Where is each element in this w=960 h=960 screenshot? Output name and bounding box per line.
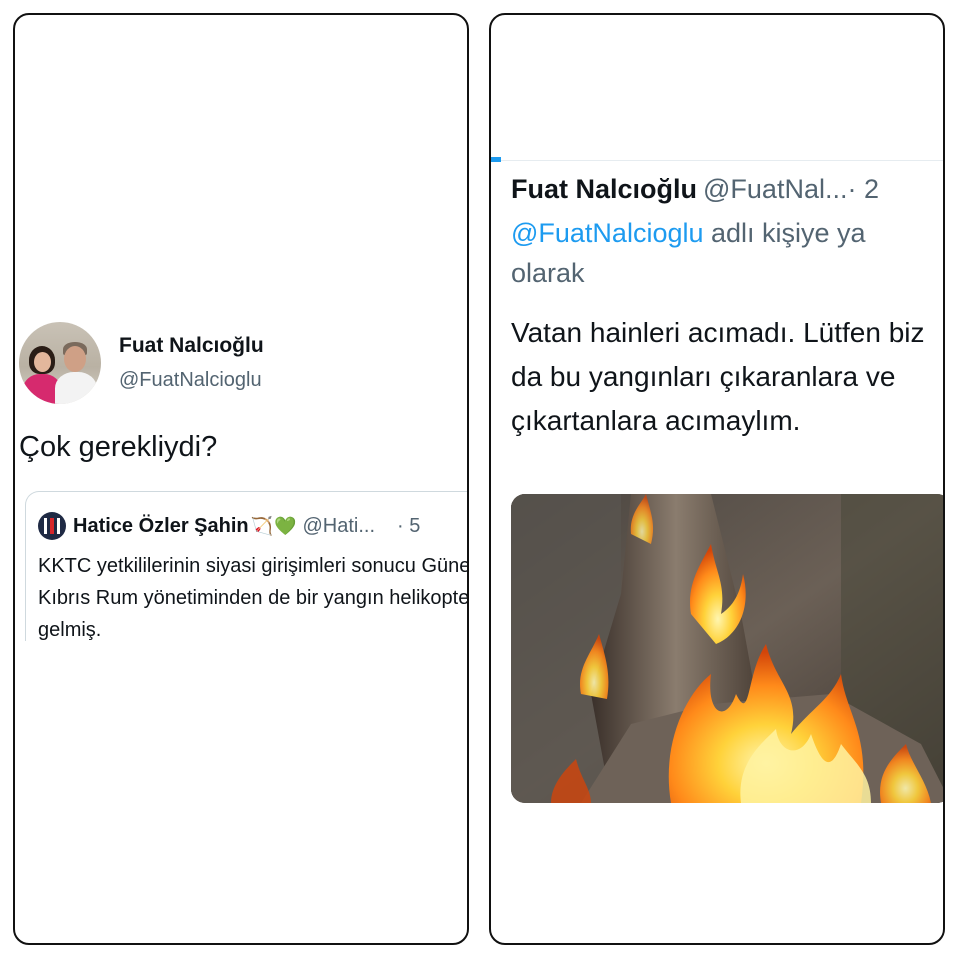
replying-to-mention[interactable]: @FuatNalcioglu xyxy=(511,218,704,248)
reply-author-handle[interactable]: @FuatNal... xyxy=(703,174,847,204)
replying-to-text: adlı kişiye ya xyxy=(703,218,866,248)
burning-tree-photo[interactable] xyxy=(511,494,943,803)
quoted-tweet-card[interactable]: Hatice Özler Şahin 🏹 💚 @Hati... · 5 KKTC… xyxy=(25,491,467,641)
divider xyxy=(501,160,943,161)
author-names: Fuat Nalcıoğlu @FuatNalcioglu xyxy=(119,332,264,394)
reply-author-name[interactable]: Fuat Nalcıoğlu xyxy=(511,174,697,204)
quoted-author-handle[interactable]: @Hati... xyxy=(302,515,375,538)
quoted-tweet-text: KKTC yetkililerinin siyasi girişimleri s… xyxy=(38,555,469,641)
author-display-name[interactable]: Fuat Nalcıoğlu xyxy=(119,332,264,360)
replying-to-text-line2: olarak xyxy=(511,258,585,288)
right-screenshot-panel: Fuat Nalcıoğlu @FuatNal...· 2 @FuatNalcio… xyxy=(489,13,945,945)
green-heart-emoji-icon: 💚 xyxy=(274,515,297,536)
tweet-text: Çok gerekliydi? xyxy=(19,431,218,463)
reply-tweet-time[interactable]: · 2 xyxy=(847,174,879,204)
tab-indicator xyxy=(491,157,501,162)
author-avatar[interactable] xyxy=(19,322,101,404)
fire-photo-icon xyxy=(511,494,943,803)
quoted-tweet-header: Hatice Özler Şahin 🏹 💚 @Hati... · 5 xyxy=(38,512,420,540)
author-handle[interactable]: @FuatNalcioglu xyxy=(119,366,264,394)
tweet-header: Fuat Nalcıoğlu @FuatNalcioglu xyxy=(19,322,264,404)
replying-to-line: @FuatNalcioglu adlı kişiye ya olarak xyxy=(511,213,943,293)
bow-emoji-icon: 🏹 xyxy=(250,515,274,536)
quoted-tweet-time[interactable]: · 5 xyxy=(397,515,420,538)
quoted-author-avatar[interactable] xyxy=(38,512,66,540)
quoted-author-name[interactable]: Hatice Özler Şahin xyxy=(73,515,249,538)
reply-tweet-header: Fuat Nalcıoğlu @FuatNal...· 2 xyxy=(511,171,879,207)
reply-tweet-text: Vatan hainleri acımadı. Lütfen biz da bu… xyxy=(511,317,925,436)
left-screenshot-panel: Fuat Nalcıoğlu @FuatNalcioglu Çok gerekl… xyxy=(13,13,469,945)
